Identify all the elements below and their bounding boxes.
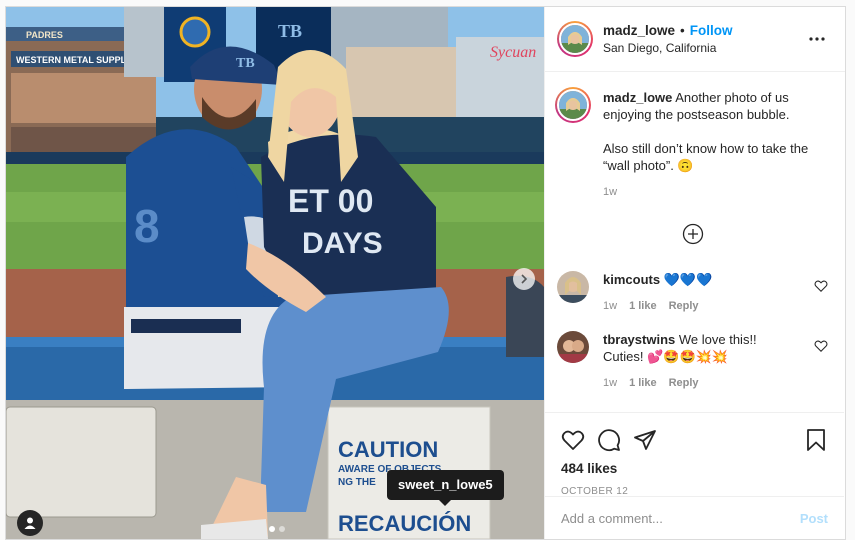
post-actions: 484 likes OCTOBER 12	[545, 412, 844, 497]
post-location[interactable]: San Diego, California	[603, 41, 805, 55]
caption-username[interactable]: madz_lowe	[603, 90, 672, 105]
sign-precaucion: RECAUCIÓN	[338, 511, 471, 536]
post-side-panel: madz_lowe • Follow San Diego, California	[544, 7, 845, 539]
flag-tb: TB	[278, 21, 302, 41]
plus-circle-icon	[682, 223, 703, 245]
author-username[interactable]: madz_lowe	[603, 23, 675, 38]
sign-padres: PADRES	[26, 30, 63, 40]
avatar-image	[559, 91, 587, 119]
comment-time[interactable]: 1w	[603, 298, 617, 315]
share-paper-plane-icon[interactable]	[633, 428, 657, 452]
comments-section: madz_lowe Another photo of us enjoying t…	[545, 73, 844, 413]
user-icon	[24, 517, 36, 529]
post-container: PADRES WESTERN METAL SUPPLY CO. Sycuan T…	[5, 6, 846, 540]
comment-meta: 1w 1 like Reply	[603, 298, 814, 315]
comment-username[interactable]: tbraystwins	[603, 332, 675, 347]
like-heart-icon[interactable]	[561, 428, 585, 452]
heart-icon[interactable]	[814, 279, 828, 293]
load-more-comments-button[interactable]	[557, 223, 828, 245]
comment-avatar[interactable]	[557, 271, 589, 303]
comment-username[interactable]: kimcouts	[603, 272, 660, 287]
author-avatar[interactable]	[557, 21, 593, 57]
comment-likes[interactable]: 1 like	[629, 298, 657, 315]
jersey-number: 8	[134, 200, 160, 252]
avatar-image	[557, 271, 589, 303]
avatar-image	[557, 331, 589, 363]
add-comment-input[interactable]	[561, 510, 800, 526]
comment-reply-button[interactable]: Reply	[669, 375, 699, 392]
comment-composer: Post	[545, 496, 844, 539]
comment-likes[interactable]: 1 like	[629, 375, 657, 392]
comment-reply-button[interactable]: Reply	[669, 298, 699, 315]
shirt-text-2: DAYS	[302, 227, 383, 260]
post-photo[interactable]: PADRES WESTERN METAL SUPPLY CO. Sycuan T…	[6, 7, 544, 539]
next-photo-button[interactable]	[513, 268, 535, 290]
carousel-dots	[269, 526, 285, 532]
caption: madz_lowe Another photo of us enjoying t…	[555, 87, 828, 201]
more-horizontal-icon	[809, 37, 825, 41]
comment-bubble-icon[interactable]	[597, 428, 621, 452]
likes-count[interactable]: 484 likes	[561, 461, 828, 476]
shirt-text-1: ET 00	[288, 183, 373, 219]
caption-time[interactable]: 1w	[603, 184, 617, 201]
comment-meta: 1w 1 like Reply	[603, 375, 814, 392]
comment-item: tbraystwins We love this!! Cuties! 💕🤩🤩💥💥…	[557, 331, 828, 392]
comment-time[interactable]: 1w	[603, 375, 617, 392]
avatar-image	[561, 25, 589, 53]
post-comment-button[interactable]: Post	[800, 511, 828, 526]
sign-caution: CAUTION	[338, 437, 438, 462]
comment-text: 💙💙💙	[663, 272, 713, 287]
sign-caution-line2: NG THE	[338, 477, 376, 488]
bookmark-icon[interactable]	[804, 428, 828, 452]
separator-dot: •	[680, 23, 685, 38]
more-options-button[interactable]	[805, 27, 829, 51]
comment-avatar[interactable]	[557, 331, 589, 363]
carousel-dot-active	[269, 526, 275, 532]
photo-scene: PADRES WESTERN METAL SUPPLY CO. Sycuan T…	[6, 7, 544, 539]
action-bar	[561, 419, 828, 461]
sign-sycuan: Sycuan	[490, 44, 536, 61]
caption-meta: 1w	[603, 184, 828, 201]
follow-button[interactable]: Follow	[690, 23, 733, 38]
tagged-users-button[interactable]	[17, 510, 43, 536]
post-header: madz_lowe • Follow San Diego, California	[545, 7, 845, 72]
heart-icon[interactable]	[814, 339, 828, 353]
photo-tag-label[interactable]: sweet_n_lowe5	[387, 470, 504, 506]
caption-avatar[interactable]	[555, 87, 591, 123]
chevron-right-icon	[521, 274, 528, 284]
comment-item: kimcouts 💙💙💙 1w 1 like Reply	[557, 271, 828, 315]
cap-logo: TB	[236, 56, 255, 71]
carousel-dot	[279, 526, 285, 532]
